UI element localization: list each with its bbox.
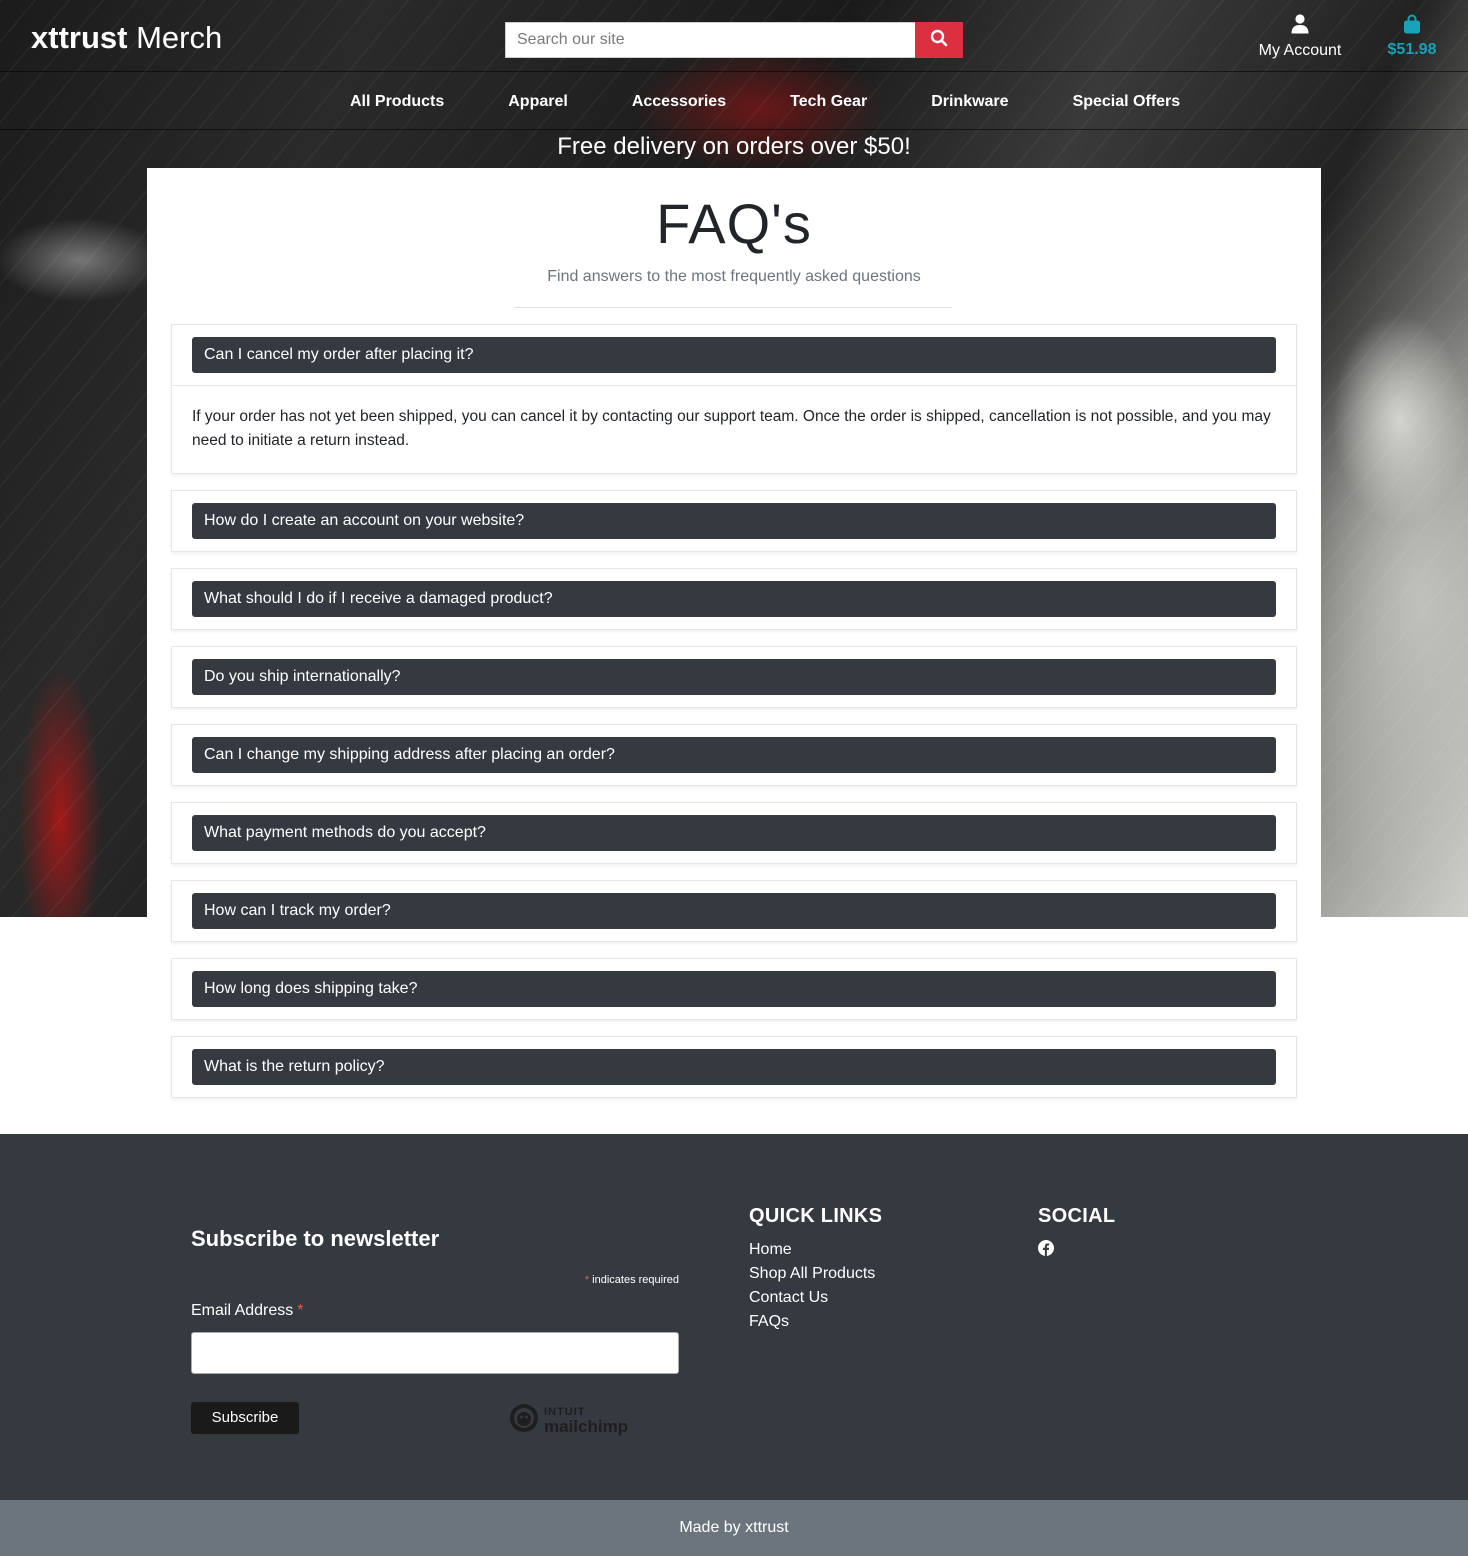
faq-item: Can I change my shipping address after p… bbox=[171, 724, 1297, 786]
quick-links-list: Home Shop All Products Contact Us FAQs bbox=[749, 1238, 875, 1334]
subscribe-button[interactable]: Subscribe bbox=[191, 1402, 299, 1434]
cart-total: $51.98 bbox=[1387, 41, 1437, 58]
footer-link-contact[interactable]: Contact Us bbox=[749, 1286, 875, 1310]
faq-accordion: Can I cancel my order after placing it? … bbox=[171, 324, 1297, 1114]
footer-link-home[interactable]: Home bbox=[749, 1238, 875, 1262]
footer-link-faqs[interactable]: FAQs bbox=[749, 1310, 875, 1334]
my-account-link[interactable]: My Account bbox=[1252, 14, 1348, 60]
faq-item: How can I track my order? bbox=[171, 880, 1297, 942]
faq-item: How long does shipping take? bbox=[171, 958, 1297, 1020]
faq-question-button[interactable]: What payment methods do you accept? bbox=[192, 815, 1276, 851]
faq-question-button[interactable]: What is the return policy? bbox=[192, 1049, 1276, 1085]
site-footer: Subscribe to newsletter * indicates requ… bbox=[0, 1134, 1468, 1500]
faq-question-button[interactable]: How long does shipping take? bbox=[192, 971, 1276, 1007]
faq-item: Can I cancel my order after placing it? … bbox=[171, 324, 1297, 474]
nav-all-products[interactable]: All Products bbox=[318, 93, 476, 111]
faq-question-button[interactable]: Do you ship internationally? bbox=[192, 659, 1276, 695]
page-title: FAQ's bbox=[656, 192, 812, 255]
mailchimp-intuit-text: INTUIT bbox=[544, 1405, 586, 1418]
nav-tech-gear[interactable]: Tech Gear bbox=[758, 93, 899, 111]
required-note: * indicates required bbox=[584, 1274, 679, 1286]
mailchimp-logo[interactable]: INTUIT mailchimp bbox=[508, 1402, 628, 1439]
top-bar: xttrust Merch My Account $51.98 bbox=[0, 0, 1468, 72]
newsletter-title: Subscribe to newsletter bbox=[191, 1226, 440, 1251]
email-label: Email Address * bbox=[191, 1302, 304, 1319]
faq-item: What should I do if I receive a damaged … bbox=[171, 568, 1297, 630]
faq-answer: If your order has not yet been shipped, … bbox=[172, 385, 1296, 473]
social-title: SOCIAL bbox=[1038, 1205, 1116, 1227]
faq-question-button[interactable]: How can I track my order? bbox=[192, 893, 1276, 929]
faq-item: What payment methods do you accept? bbox=[171, 802, 1297, 864]
page-subtitle: Find answers to the most frequently aske… bbox=[547, 268, 921, 285]
quick-links-title: QUICK LINKS bbox=[749, 1205, 883, 1227]
search-button[interactable] bbox=[915, 22, 963, 58]
faq-question-button[interactable]: How do I create an account on your websi… bbox=[192, 503, 1276, 539]
faq-item: Do you ship internationally? bbox=[171, 646, 1297, 708]
faq-item: What is the return policy? bbox=[171, 1036, 1297, 1098]
footer-link-shop-all[interactable]: Shop All Products bbox=[749, 1262, 875, 1286]
nav-apparel[interactable]: Apparel bbox=[476, 93, 600, 111]
divider bbox=[514, 307, 952, 308]
promo-banner: Free delivery on orders over $50! bbox=[557, 133, 911, 160]
shopping-bag-icon bbox=[1403, 14, 1421, 38]
faq-question-button[interactable]: What should I do if I receive a damaged … bbox=[192, 581, 1276, 617]
my-account-label: My Account bbox=[1258, 42, 1342, 59]
brand-logo[interactable]: xttrust Merch bbox=[31, 18, 222, 58]
search-input[interactable] bbox=[505, 22, 915, 58]
mailchimp-monkey-icon bbox=[508, 1402, 540, 1439]
faq-question-button[interactable]: Can I cancel my order after placing it? bbox=[192, 337, 1276, 373]
search-form bbox=[505, 22, 963, 58]
nav-list: All Products Apparel Accessories Tech Ge… bbox=[318, 73, 1212, 130]
nav-drinkware[interactable]: Drinkware bbox=[899, 93, 1040, 111]
search-icon bbox=[930, 29, 948, 52]
facebook-icon[interactable] bbox=[1038, 1240, 1054, 1261]
faq-panel: FAQ's Find answers to the most frequentl… bbox=[147, 168, 1321, 1134]
site-header: xttrust Merch My Account $51.98 All Prod… bbox=[0, 0, 1468, 168]
mailchimp-text: mailchimp bbox=[544, 1416, 629, 1436]
main-nav: All Products Apparel Accessories Tech Ge… bbox=[0, 73, 1468, 130]
copyright-bar: Made by xttrust bbox=[0, 1500, 1468, 1556]
user-icon bbox=[1291, 14, 1309, 38]
faq-item: How do I create an account on your websi… bbox=[171, 490, 1297, 552]
email-field[interactable] bbox=[191, 1332, 679, 1374]
nav-special-offers[interactable]: Special Offers bbox=[1041, 93, 1213, 111]
nav-accessories[interactable]: Accessories bbox=[600, 93, 758, 111]
faq-question-button[interactable]: Can I change my shipping address after p… bbox=[192, 737, 1276, 773]
cart-link[interactable]: $51.98 bbox=[1380, 14, 1444, 59]
